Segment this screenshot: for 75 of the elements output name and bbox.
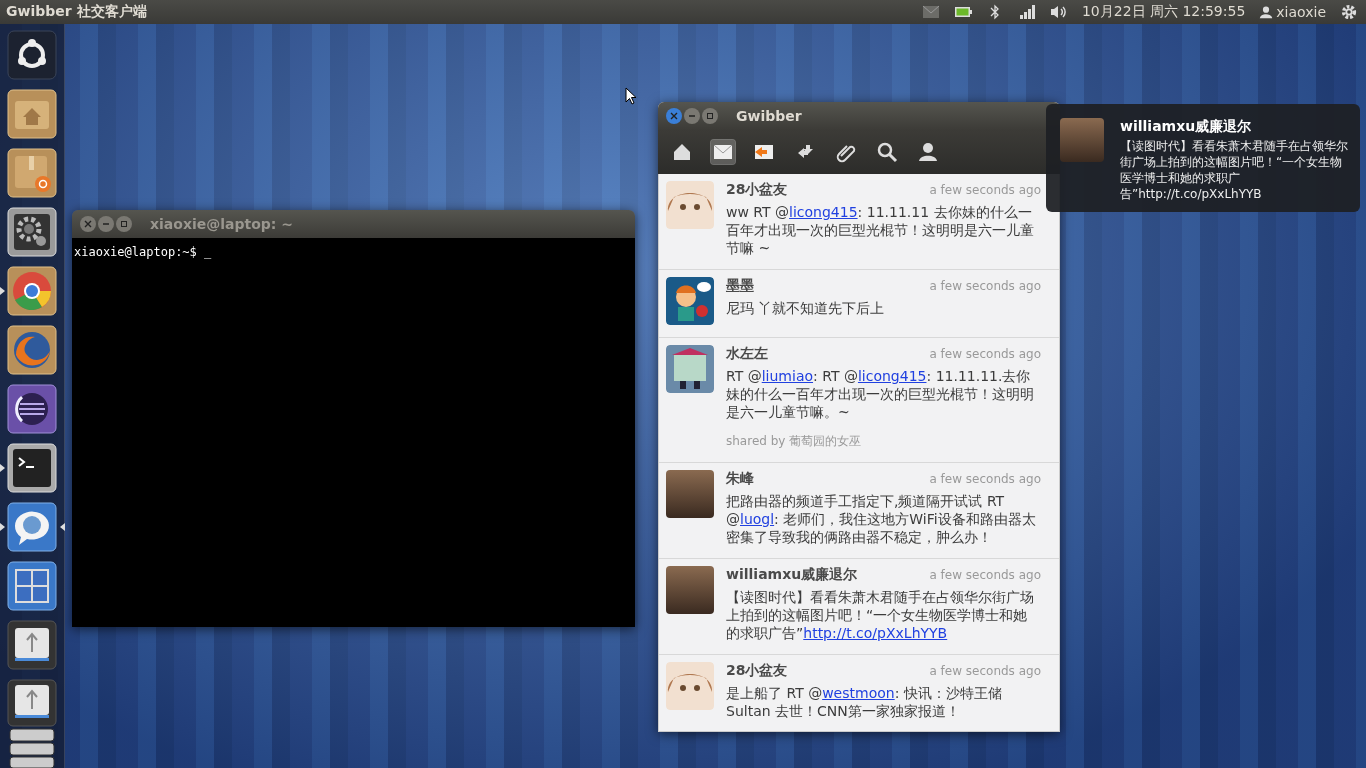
- mouse-cursor-icon: [625, 87, 637, 105]
- photo-placeholder: [1060, 118, 1104, 162]
- home-folder-icon[interactable]: [7, 89, 57, 139]
- maximize-button[interactable]: [116, 216, 132, 232]
- message-text: 尼玛 丫就不知道先下后上: [726, 299, 886, 317]
- person-icon: [1259, 4, 1274, 20]
- message-text: 把路由器的频道手工指定下,频道隔开试试 RT @luogl: 老师们，我住这地方WiFi设备和路由器太密集了导致我的俩路由器不稳定，肿么办！: [726, 492, 1037, 546]
- avatar-drawing: [666, 181, 714, 229]
- envelope-icon[interactable]: [921, 4, 940, 20]
- close-button[interactable]: [80, 216, 96, 232]
- author-name: 28小盆友: [726, 181, 788, 199]
- search-tab[interactable]: [875, 140, 899, 164]
- fox-globe-icon[interactable]: [7, 325, 57, 375]
- app-title: Gwibber 社交客户端: [5, 3, 148, 21]
- message-text: 是上船了 RT @westmoon: 快讯：沙特王储 Sultan 去世！CNN第一家独家报道！: [726, 684, 1003, 720]
- ubuntu-logo-icon[interactable]: [7, 30, 57, 80]
- clock[interactable]: 10月22日 周六 12:59:55: [1081, 3, 1246, 21]
- maximize-icon: [706, 112, 714, 120]
- close-icon: [84, 220, 92, 228]
- workspace-grid-icon[interactable]: [7, 561, 57, 611]
- minimize-icon: [102, 220, 110, 228]
- author-name: 朱峰: [726, 470, 754, 488]
- signal-bars-icon[interactable]: [1017, 4, 1036, 20]
- photo-placeholder: [666, 566, 714, 614]
- minimize-icon: [688, 112, 696, 120]
- usb-drive-stack-icon[interactable]: [7, 679, 57, 768]
- notification-title: williamxu威廉退尔: [1120, 118, 1253, 136]
- message-text: RT @liumiao: RT @licong415: 11.11.11.去你妹的什么一百年才出现一次的巨型光棍节！这明明是六一儿童节嘛。~: [726, 367, 1035, 421]
- gear-icon[interactable]: [7, 207, 57, 257]
- notification-text: 【读图时代】看看朱萧木君随手在占领华尔街广场上拍到的这幅图片吧！“一个女生物医学博士和她的求职广告”http://t.co/pXxLhYYB: [1120, 138, 1349, 202]
- maximize-button[interactable]: [702, 108, 718, 124]
- close-button[interactable]: [666, 108, 682, 124]
- author-name: 墨墨: [726, 277, 754, 295]
- author-name: 28小盆友: [726, 662, 788, 680]
- terminal-icon[interactable]: [7, 443, 57, 493]
- timestamp: a few seconds ago: [929, 347, 1041, 361]
- close-icon: [670, 112, 678, 120]
- settings-icon[interactable]: [1340, 4, 1358, 20]
- search-icon: [876, 141, 898, 163]
- minimize-button[interactable]: [98, 216, 114, 232]
- timestamp: a few seconds ago: [929, 183, 1041, 197]
- usb-drive-icon[interactable]: [7, 620, 57, 670]
- person-tab[interactable]: [916, 140, 940, 164]
- minimize-button[interactable]: [684, 108, 700, 124]
- terminal-prompt: xiaoxie@laptop:~$ _: [74, 245, 212, 259]
- message-text: ww RT @licong415: 11.11.11 去你妹的什么一百年才出现一次的巨型光棍节！这明明是六一儿童节嘛 ~: [726, 203, 1035, 257]
- link[interactable]: westmoon: [822, 685, 895, 701]
- timestamp: a few seconds ago: [929, 279, 1041, 293]
- window-title: xiaoxie@laptop: ~: [150, 216, 294, 232]
- timestamp: a few seconds ago: [929, 664, 1041, 678]
- photo-placeholder: [666, 470, 714, 518]
- shared-by-text: shared by 葡萄园的女巫: [726, 433, 863, 450]
- avatar-drawing: [666, 277, 714, 325]
- battery-icon[interactable]: [953, 4, 972, 20]
- message-text: 【读图时代】看看朱萧木君随手在占领华尔街广场上拍到的这幅图片吧！“一个女生物医学博士和她的求职广告”http://t.co/pXxLhYYB: [726, 588, 1035, 642]
- envelope-tab[interactable]: [711, 140, 735, 164]
- home-icon: [671, 141, 693, 163]
- browser-icon[interactable]: [7, 266, 57, 316]
- link[interactable]: licong415: [789, 204, 858, 220]
- author-name: williamxu威廉退尔: [726, 566, 858, 584]
- package-box-icon[interactable]: [7, 148, 57, 198]
- link[interactable]: http://t.co/pXxLhYYB: [803, 625, 948, 641]
- speech-globe-icon[interactable]: [7, 502, 57, 552]
- window-title: Gwibber: [736, 108, 802, 124]
- timestamp: a few seconds ago: [929, 472, 1041, 486]
- link[interactable]: luogl: [740, 511, 775, 527]
- author-name: 水左左: [726, 345, 768, 363]
- link[interactable]: licong415: [857, 368, 927, 384]
- timestamp: a few seconds ago: [929, 568, 1041, 582]
- avatar-drawing: [666, 662, 714, 710]
- maximize-icon: [120, 220, 128, 228]
- user-menu[interactable]: xiaoxie: [1259, 4, 1326, 20]
- avatar-drawing: [666, 345, 714, 393]
- speaker-icon[interactable]: [1049, 4, 1068, 20]
- person-icon: [917, 141, 939, 163]
